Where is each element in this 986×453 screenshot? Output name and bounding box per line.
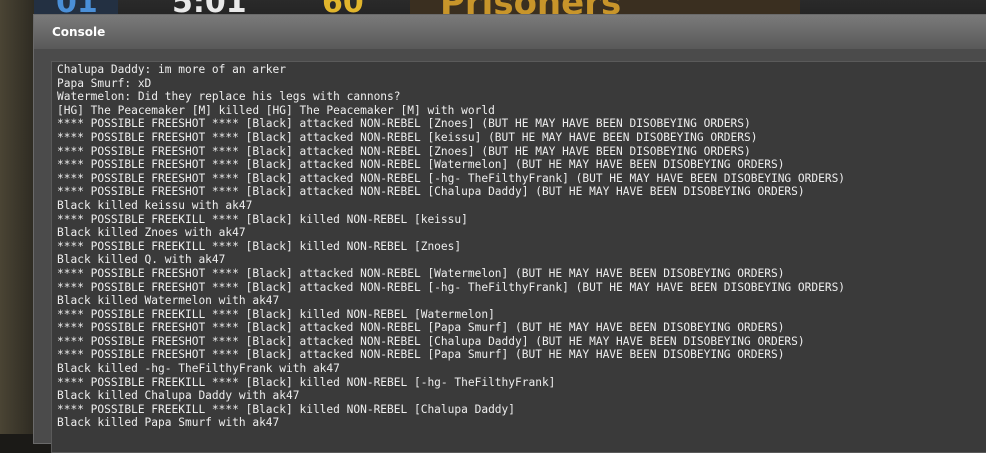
console-log[interactable]: Chalupa Daddy: im more of an arker Papa S… (51, 61, 986, 453)
console-log-line: Black killed Papa Smurf with ak47 (57, 416, 280, 430)
game-background (0, 0, 34, 434)
console-log-line: **** POSSIBLE FREESHOT **** [Black] atta… (57, 334, 805, 348)
console-log-line: **** POSSIBLE FREEKILL **** [Black] kill… (57, 307, 495, 321)
console-log-line: Watermelon: Did they replace his legs wi… (57, 90, 401, 104)
console-log-line: **** POSSIBLE FREEKILL **** [Black] kill… (57, 239, 462, 253)
console-log-line: **** POSSIBLE FREESHOT **** [Black] atta… (57, 144, 751, 158)
console-log-line: Black killed -hg- TheFilthyFrank with ak… (57, 362, 340, 376)
console-window[interactable]: Console Chalupa Daddy: im more of an ark… (33, 14, 986, 453)
console-log-line: Black killed Q. with ak47 (57, 253, 226, 267)
console-log-line: **** POSSIBLE FREESHOT **** [Black] atta… (57, 185, 805, 199)
console-log-line: **** POSSIBLE FREEKILL **** [Black] kill… (57, 402, 516, 416)
console-log-line: **** POSSIBLE FREESHOT **** [Black] atta… (57, 321, 785, 335)
console-log-line: **** POSSIBLE FREEKILL **** [Black] kill… (57, 212, 468, 226)
console-log-line: Chalupa Daddy: im more of an arker (57, 63, 287, 76)
console-log-line: **** POSSIBLE FREESHOT **** [Black] atta… (57, 266, 785, 280)
console-log-line: [HG] The Peacemaker [M] killed [HG] The … (57, 103, 495, 117)
console-log-line: Black killed Chalupa Daddy with ak47 (57, 389, 300, 403)
console-log-line: Black killed keissu with ak47 (57, 198, 253, 212)
console-log-line: Black killed Znoes with ak47 (57, 226, 246, 240)
console-log-line: **** POSSIBLE FREESHOT **** [Black] atta… (57, 280, 846, 294)
console-log-line: **** POSSIBLE FREESHOT **** [Black] atta… (57, 171, 846, 185)
console-log-line: **** POSSIBLE FREESHOT **** [Black] atta… (57, 158, 785, 172)
console-log-line: **** POSSIBLE FREESHOT **** [Black] atta… (57, 130, 758, 144)
console-log-line: Black killed Watermelon with ak47 (57, 294, 280, 308)
console-title: Console (52, 25, 106, 39)
console-log-line: Papa Smurf: xD (57, 76, 152, 90)
console-log-line: **** POSSIBLE FREESHOT **** [Black] atta… (57, 348, 785, 362)
console-log-line: **** POSSIBLE FREESHOT **** [Black] atta… (57, 117, 751, 131)
console-log-line: **** POSSIBLE FREEKILL **** [Black] kill… (57, 375, 556, 389)
console-title-bar[interactable]: Console (34, 15, 986, 49)
